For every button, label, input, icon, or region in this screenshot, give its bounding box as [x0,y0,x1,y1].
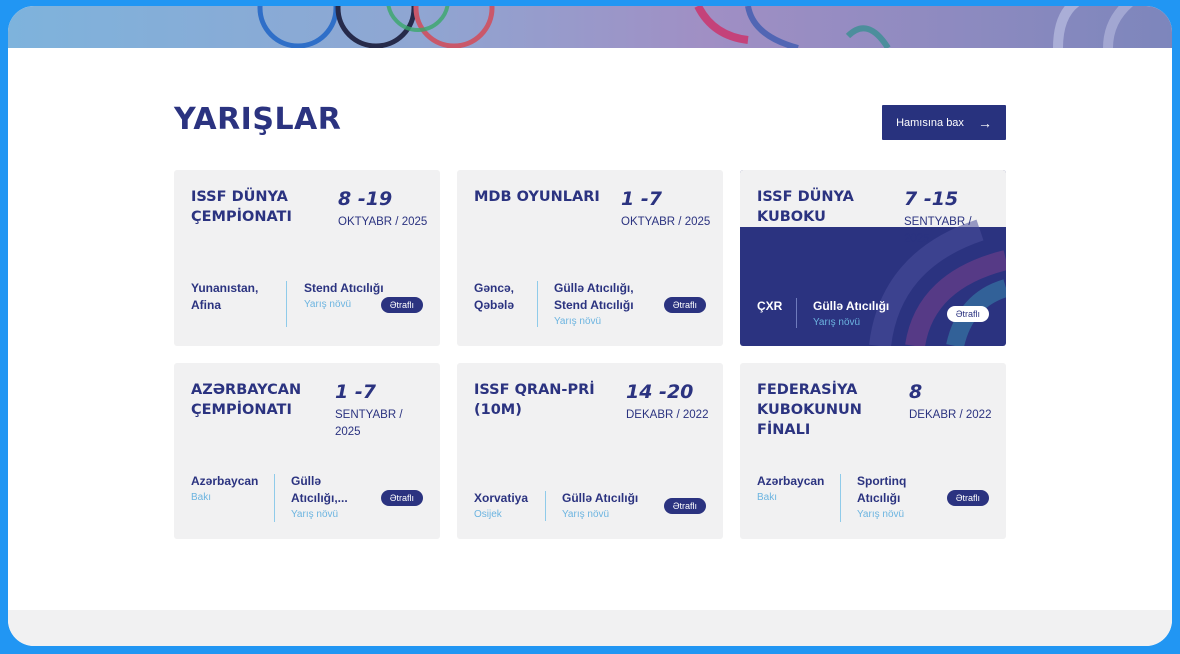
event-location: ÇXR [757,298,797,315]
arrow-right-icon: → [977,114,992,131]
event-month: OKTYABR / 2025 [621,216,711,228]
location-name: Xorvatiya [474,491,529,505]
location-name: ÇXR [757,299,783,313]
event-sport: Güllə Atıcılığı,... Yarış növü [291,473,361,522]
divider [286,281,287,327]
event-days: 7 -15 [904,188,959,210]
event-days: 8 -19 [338,188,393,210]
sport-caption: Yarış növü [857,509,905,520]
details-button[interactable]: Ətraflı [663,498,706,514]
divider [274,474,275,522]
details-button[interactable]: Ətraflı [946,490,989,506]
event-month: DEKABR / 2022 [909,409,992,421]
event-date: 1 -7 OKTYABR / 2025 [621,187,717,231]
sport-caption: Yarış növü [813,317,861,328]
sport-name: Güllə Atıcılığı, Stend Atıcılığı [554,281,634,312]
event-days: 14 -20 [626,381,694,403]
location-sub: Bakı [191,492,212,503]
event-title: FEDERASİYA KUBOKUNUN FİNALI [757,382,862,438]
event-title: ISSF QRAN-PRİ (10M) [474,382,595,418]
event-month: DEKABR / 2022 [626,409,709,421]
event-days: 8 [909,381,923,403]
see-all-button[interactable]: Hamısına bax → [882,105,1006,140]
event-date: 1 -7 SENTYABR / 2025 [335,380,431,441]
sport-name: Güllə Atıcılığı [813,299,890,313]
details-button[interactable]: Ətraflı [380,490,423,506]
location-sub: Bakı [757,492,778,503]
sport-name: Stend Atıcılığı [304,281,384,295]
event-month: SENTYABR / 2025 [904,216,972,245]
divider [537,281,538,327]
event-location: Azərbaycan Bakı [757,473,833,505]
event-location: Gəncə, Qəbələ [474,280,534,314]
event-days: 1 -7 [621,188,662,210]
event-sport: Sportinq Atıcılığı Yarış növü [857,473,927,522]
location-name: Gəncə, Qəbələ [474,281,515,312]
sport-caption: Yarış növü [562,509,610,520]
event-title: MDB OYUNLARI [474,189,600,205]
hero-banner [8,6,1172,48]
sport-name: Güllə Atıcılığı [562,491,639,505]
location-sub: Osijek [474,509,502,520]
event-date: 8 DEKABR / 2022 [909,380,1005,424]
event-title: ISSF DÜNYA ÇEMPİONATI [191,189,292,225]
sport-name: Sportinq Atıcılığı [857,474,907,505]
event-location: Azərbaycan Bakı [191,473,279,505]
location-name: Azərbaycan [191,474,259,488]
section-title: YARIŞLAR [174,102,342,137]
event-sport: Güllə Atıcılığı Yarış növü [562,490,662,522]
event-month: OKTYABR / 2025 [338,216,428,228]
divider [796,298,797,328]
details-button[interactable]: Ətraflı [946,306,989,322]
event-card[interactable]: MDB OYUNLARI 1 -7 OKTYABR / 2025 Gəncə, … [457,170,723,346]
location-name: Azərbaycan [757,474,825,488]
event-sport: Güllə Atıcılığı, Stend Atıcılığı Yarış n… [554,280,654,329]
event-title: AZƏRBAYCAN ÇEMPİONATI [191,382,302,418]
olympic-rings-graphic [257,6,1134,48]
event-card[interactable]: ISSF QRAN-PRİ (10M) 14 -20 DEKABR / 2022… [457,363,723,539]
events-grid: ISSF DÜNYA ÇEMPİONATI 8 -19 OKTYABR / 20… [174,170,1006,539]
event-location: Yunanıstan, Afina [191,280,279,314]
event-card[interactable]: ISSF DÜNYA ÇEMPİONATI 8 -19 OKTYABR / 20… [174,170,440,346]
event-date: 14 -20 DEKABR / 2022 [626,380,722,424]
event-date: 7 -15 SENTYABR / 2025 [904,187,1000,248]
details-button[interactable]: Ətraflı [663,297,706,313]
event-sport: Güllə Atıcılığı Yarış növü [813,298,923,330]
footer-strip [8,610,1172,646]
page-frame: YARIŞLAR Hamısına bax → ISSF DÜNYA ÇEMPİ… [8,6,1172,646]
see-all-label: Hamısına bax [896,116,964,129]
sport-name: Güllə Atıcılığı,... [291,474,348,505]
divider [840,474,841,522]
location-name: Yunanıstan, Afina [191,281,259,312]
event-card[interactable]: AZƏRBAYCAN ÇEMPİONATI 1 -7 SENTYABR / 20… [174,363,440,539]
event-title: ISSF DÜNYA KUBOKU [757,189,854,225]
event-card-active[interactable]: ISSF DÜNYA KUBOKU 7 -15 SENTYABR / 2025 … [740,170,1006,346]
event-days: 1 -7 [335,381,376,403]
event-card[interactable]: FEDERASİYA KUBOKUNUN FİNALI 8 DEKABR / 2… [740,363,1006,539]
details-button[interactable]: Ətraflı [380,297,423,313]
event-date: 8 -19 OKTYABR / 2025 [338,187,434,231]
sport-caption: Yarış növü [554,316,602,327]
event-month: SENTYABR / 2025 [335,409,403,438]
divider [545,491,546,521]
sport-caption: Yarış növü [291,509,339,520]
event-location: Xorvatiya Osijek [474,490,538,522]
